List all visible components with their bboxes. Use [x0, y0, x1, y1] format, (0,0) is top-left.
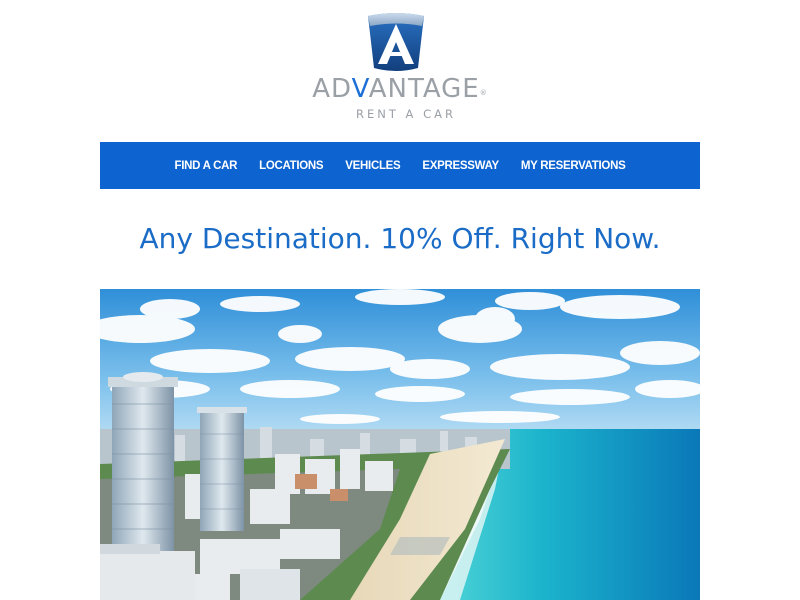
- a-triangle-logo-icon: [368, 13, 424, 71]
- nav-item-my-reservations[interactable]: MY RESERVATIONS: [521, 160, 626, 172]
- brand-name-prefix: AD: [312, 74, 352, 104]
- nav-item-locations[interactable]: LOCATIONS: [259, 160, 323, 172]
- hero-illustration: [100, 289, 700, 600]
- brand-tagline: RENT A CAR: [356, 107, 456, 121]
- miami-beach-coastline-photo[interactable]: [100, 289, 700, 600]
- brand-name-accent: V: [351, 74, 369, 104]
- nav-item-expressway[interactable]: EXPRESSWAY: [422, 160, 499, 172]
- email-page: ADVANTAGE® RENT A CAR FIND A CAR LOCATIO…: [0, 0, 800, 600]
- main-nav: FIND A CAR LOCATIONS VEHICLES EXPRESSWAY…: [100, 142, 700, 189]
- registered-mark: ®: [479, 89, 488, 97]
- nav-item-vehicles[interactable]: VEHICLES: [345, 160, 400, 172]
- brand-wordmark: ADVANTAGE®: [290, 76, 510, 102]
- brand-name-suffix: ANTAGE: [368, 74, 480, 104]
- nav-item-find-a-car[interactable]: FIND A CAR: [175, 160, 238, 172]
- promo-headline: Any Destination. 10% Off. Right Now.: [139, 222, 661, 255]
- advantage-logo[interactable]: ADVANTAGE® RENT A CAR: [290, 10, 510, 125]
